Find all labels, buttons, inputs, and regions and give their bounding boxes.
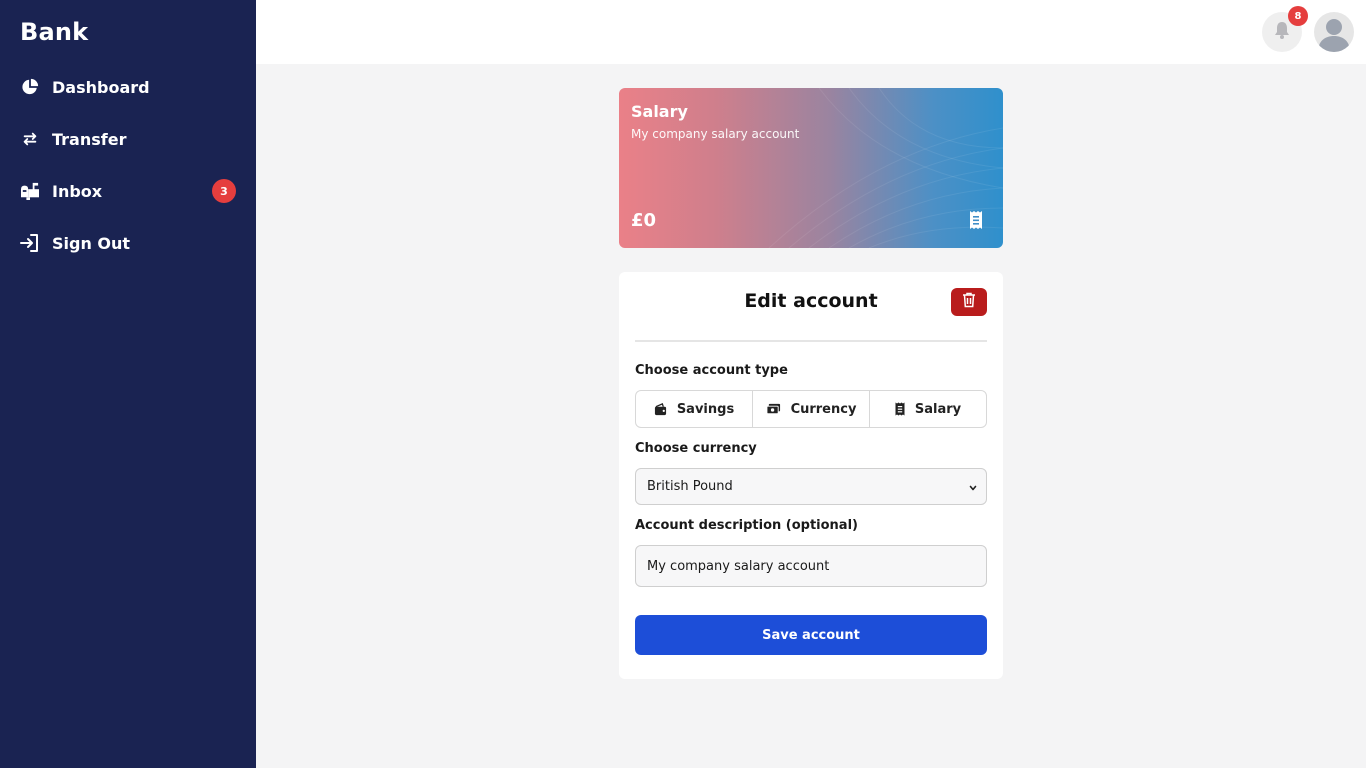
account-type-selector: Savings Currency Salary	[635, 390, 987, 428]
account-type-salary[interactable]: Salary	[869, 391, 986, 427]
wallet-icon	[654, 402, 667, 416]
save-account-button[interactable]: Save account	[635, 615, 987, 655]
inbox-count-badge: 3	[212, 179, 236, 203]
brand-logo[interactable]: Bank	[20, 18, 88, 46]
edit-account-panel: Edit account Choose account type Savings…	[619, 272, 1003, 679]
account-description-input[interactable]: My company salary account	[635, 545, 987, 587]
sidebar-item-label: Inbox	[52, 181, 103, 201]
delete-account-button[interactable]	[951, 288, 987, 316]
bell-icon	[1272, 20, 1292, 44]
account-type-currency-label: Currency	[790, 401, 857, 417]
sidebar-item-inbox[interactable]: Inbox 3	[0, 171, 256, 211]
sidebar-item-sign-out[interactable]: Sign Out	[0, 223, 256, 263]
account-type-label: Choose account type	[635, 363, 788, 378]
currency-selected-value: British Pound	[647, 479, 733, 494]
panel-divider	[635, 340, 987, 342]
sidebar-item-dashboard[interactable]: Dashboard	[0, 67, 256, 107]
mailbox-icon	[20, 181, 40, 201]
description-label: Account description (optional)	[635, 518, 858, 533]
account-preview-card: Salary My company salary account £0	[619, 88, 1003, 248]
account-card-title: Salary	[631, 102, 688, 121]
sidebar: Bank Dashboard Transfer Inbox 3 Sign Out	[0, 0, 256, 768]
notifications-count-badge: 8	[1288, 6, 1308, 26]
receipt-icon	[969, 210, 983, 234]
sidebar-item-label: Transfer	[52, 129, 127, 149]
chevron-down-icon	[968, 482, 978, 497]
user-avatar-icon	[1314, 19, 1354, 52]
account-type-savings[interactable]: Savings	[636, 391, 752, 427]
account-card-description: My company salary account	[631, 127, 800, 141]
topbar: 8	[256, 0, 1366, 64]
currency-label: Choose currency	[635, 441, 757, 456]
pie-chart-icon	[20, 77, 40, 97]
trash-icon	[962, 292, 976, 312]
transfer-arrows-icon	[20, 129, 40, 149]
sign-out-icon	[20, 233, 40, 253]
sidebar-item-label: Sign Out	[52, 233, 131, 253]
account-type-currency[interactable]: Currency	[752, 391, 869, 427]
panel-title: Edit account	[744, 290, 878, 312]
account-card-balance: £0	[631, 210, 657, 231]
account-type-salary-label: Salary	[914, 401, 962, 417]
receipt-icon	[895, 402, 905, 416]
account-description-value: My company salary account	[647, 558, 830, 574]
money-bills-icon	[766, 403, 781, 415]
sidebar-item-transfer[interactable]: Transfer	[0, 119, 256, 159]
sidebar-item-label: Dashboard	[52, 77, 150, 97]
currency-select[interactable]: British Pound	[635, 468, 987, 505]
account-type-savings-label: Savings	[676, 401, 735, 417]
user-avatar[interactable]	[1314, 12, 1354, 52]
